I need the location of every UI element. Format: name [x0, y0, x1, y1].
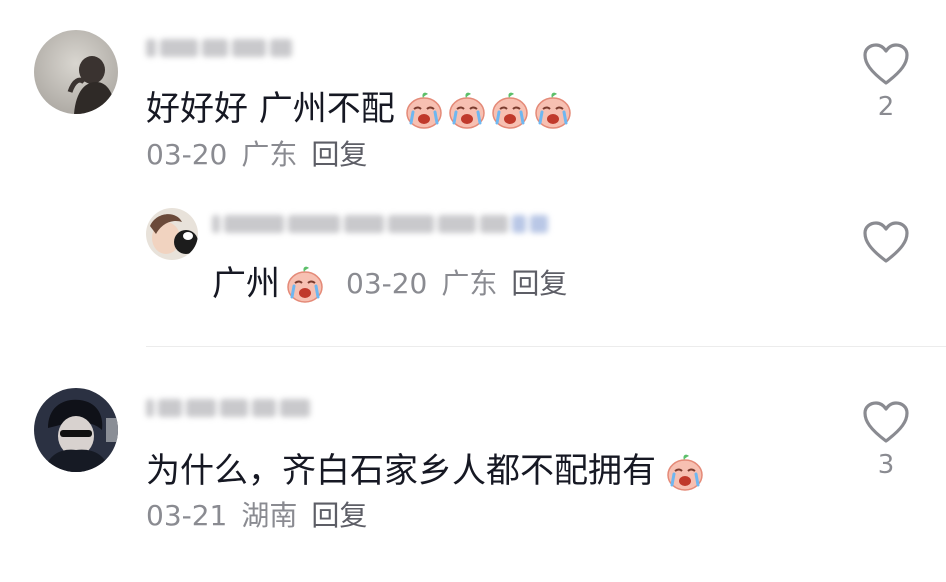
crying-face-emoji-icon — [487, 88, 530, 130]
like-button[interactable]: 3 — [856, 400, 916, 480]
like-button[interactable]: 2 — [856, 42, 916, 122]
heart-outline-icon — [856, 42, 916, 86]
comment-item: 好好好 广州不配 03-20 广东 回复 2 广州 03-20 广东 回复 — [0, 0, 946, 346]
heart-outline-icon — [856, 220, 916, 264]
comment-meta: 03-20 广东 回复 — [146, 138, 367, 172]
reply-button[interactable]: 回复 — [311, 138, 367, 172]
reply-text: 广州 — [212, 264, 325, 304]
crying-face-emoji-icon — [282, 264, 325, 304]
username-blurred[interactable] — [146, 36, 292, 60]
like-count: 2 — [877, 92, 895, 122]
reply-location: 广东 — [441, 267, 498, 300]
reply-meta: 03-20 广东 回复 — [346, 267, 567, 301]
emoji-row — [662, 450, 705, 492]
reply-username-blurred[interactable] — [212, 212, 548, 236]
comment-date: 03-21 — [146, 499, 228, 532]
crying-face-emoji-icon — [401, 88, 444, 130]
comment-text: 好好好 广州不配 — [146, 88, 573, 130]
reply-reply-button[interactable]: 回复 — [511, 267, 567, 301]
comment-date: 03-20 — [146, 138, 228, 171]
reply-date: 03-20 — [346, 267, 428, 300]
avatar[interactable] — [34, 30, 118, 114]
emoji-row — [401, 88, 573, 130]
comment-location: 湖南 — [241, 499, 298, 532]
avatar[interactable] — [34, 388, 118, 472]
reply-button[interactable]: 回复 — [311, 499, 367, 533]
reply-avatar[interactable] — [146, 208, 198, 260]
comment-location: 广东 — [241, 138, 298, 171]
username-blurred[interactable] — [146, 396, 310, 420]
heart-outline-icon — [856, 400, 916, 444]
crying-face-emoji-icon — [444, 88, 487, 130]
crying-face-emoji-icon — [662, 450, 705, 492]
like-count: 3 — [877, 450, 895, 480]
comment-text: 为什么，齐白石家乡人都不配拥有 — [146, 450, 705, 492]
crying-face-emoji-icon — [530, 88, 573, 130]
reply-like-button[interactable] — [856, 220, 916, 264]
comment-meta: 03-21 湖南 回复 — [146, 499, 367, 533]
comment-item: 为什么，齐白石家乡人都不配拥有 03-21 湖南 回复 3 — [0, 346, 946, 582]
